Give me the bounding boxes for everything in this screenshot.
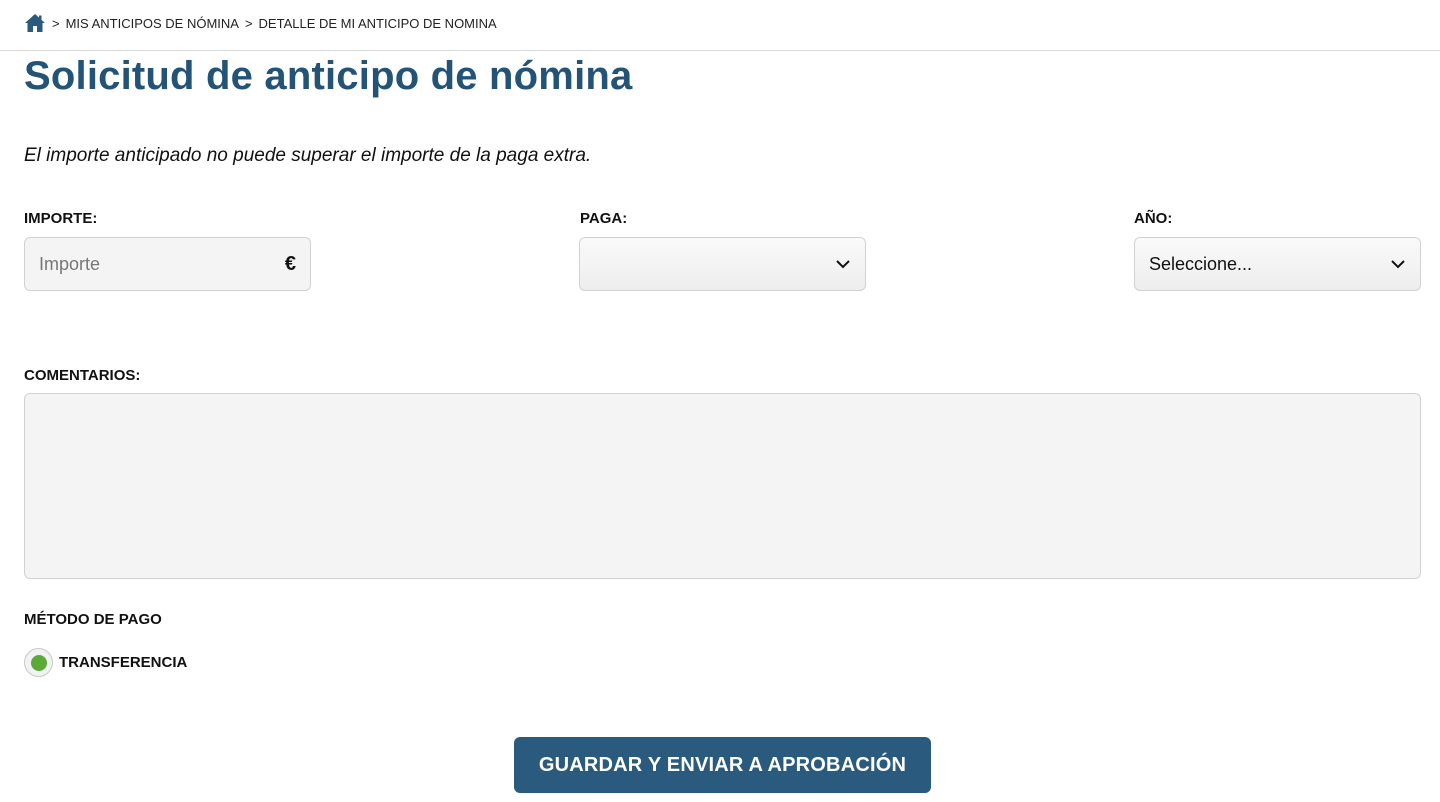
radio-transferencia[interactable]: TRANSFERENCIA — [24, 648, 187, 677]
anio-select[interactable]: Seleccione... — [1134, 237, 1421, 291]
breadcrumb-item-detalle: DETALLE DE MI ANTICIPO DE NOMINA — [258, 15, 497, 31]
comentarios-label: COMENTARIOS: — [24, 367, 141, 384]
radio-label: TRANSFERENCIA — [59, 654, 188, 671]
importe-placeholder: Importe — [39, 253, 101, 274]
home-icon[interactable] — [24, 13, 46, 33]
breadcrumb-separator: > — [52, 15, 60, 31]
radio-button[interactable] — [24, 648, 53, 677]
metodo-pago-label: MÉTODO DE PAGO — [24, 611, 162, 628]
paga-select[interactable] — [579, 237, 866, 291]
euro-icon: € — [284, 252, 296, 275]
anio-select-value: Seleccione... — [1149, 253, 1253, 274]
radio-selected-dot — [30, 654, 47, 671]
chevron-down-icon — [1390, 256, 1406, 272]
breadcrumb-separator: > — [244, 15, 253, 31]
paga-label: PAGA: — [580, 210, 628, 227]
breadcrumb: > MIS ANTICIPOS DE NÓMINA > DETALLE DE M… — [24, 12, 497, 34]
submit-button[interactable]: GUARDAR Y ENVIAR A APROBACIÓN — [514, 737, 931, 793]
header-divider — [0, 50, 1440, 51]
importe-input[interactable]: Importe € — [24, 237, 311, 291]
notice-text: El importe anticipado no puede superar e… — [24, 145, 592, 166]
importe-label: IMPORTE: — [24, 210, 98, 227]
breadcrumb-item-mis-anticipos[interactable]: MIS ANTICIPOS DE NÓMINA — [66, 16, 239, 31]
chevron-down-icon — [835, 256, 851, 272]
anio-label: AÑO: — [1134, 210, 1173, 227]
page-title: Solicitud de anticipo de nómina — [24, 54, 633, 98]
comentarios-textarea[interactable] — [24, 393, 1421, 579]
